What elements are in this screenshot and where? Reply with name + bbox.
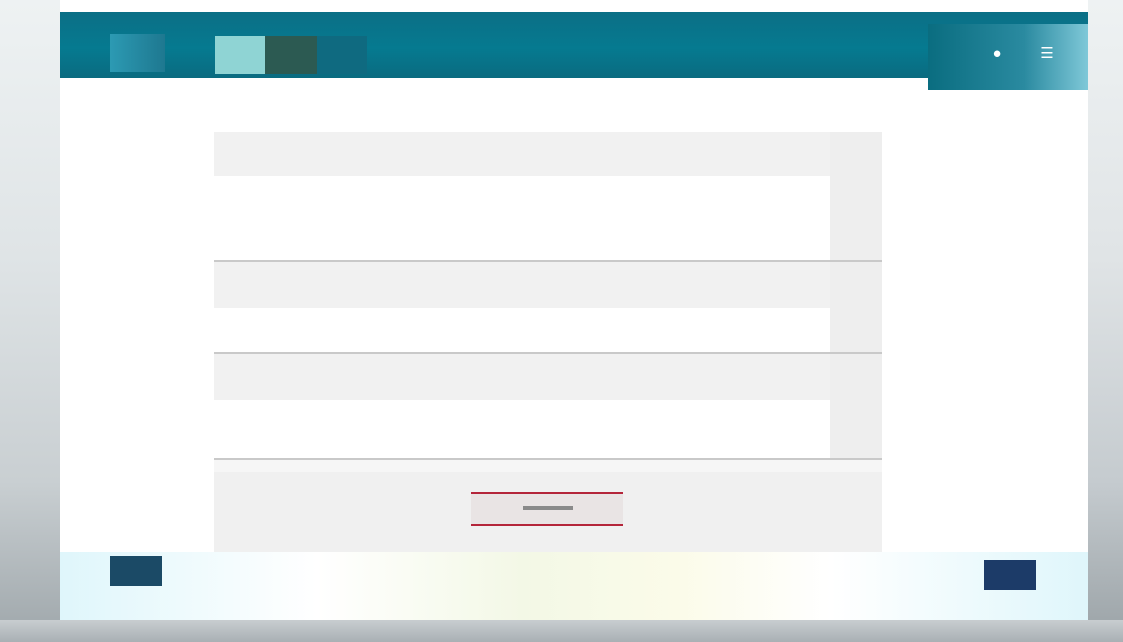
- section-header-1: [214, 132, 882, 176]
- page-footer: [60, 552, 1088, 620]
- nav-tab-4[interactable]: [317, 36, 367, 74]
- breadcrumb: [215, 96, 931, 110]
- section-header-2: [214, 262, 882, 308]
- window-frame-bottom: [0, 620, 1123, 642]
- field-row-4: [214, 400, 882, 422]
- row-side-cell: [830, 354, 882, 400]
- cancel-button-strip: [523, 506, 573, 510]
- header-right-panel: [928, 24, 1088, 90]
- row-side-cell: [830, 216, 882, 260]
- menu-icon[interactable]: ☰: [1036, 42, 1058, 64]
- row-side-cell: [830, 400, 882, 422]
- section-header-3: [214, 354, 882, 400]
- brand-logo[interactable]: [110, 34, 165, 72]
- row-side-cell: [830, 308, 882, 352]
- form-actions: [214, 472, 882, 552]
- browser-window: ● ☰: [60, 0, 1088, 620]
- field-row-3: [214, 308, 882, 352]
- row-side-cell: [830, 422, 882, 458]
- row-side-cell: [830, 132, 882, 176]
- nav-tab-3[interactable]: [265, 36, 317, 74]
- field-row-2: [214, 216, 882, 260]
- window-frame-right: [1088, 0, 1123, 642]
- user-icon[interactable]: ●: [986, 42, 1008, 64]
- nav-tab-2[interactable]: [215, 36, 265, 74]
- footer-badge-left[interactable]: [110, 556, 162, 586]
- row-side-cell: [830, 262, 882, 308]
- field-row-5: [214, 422, 882, 458]
- details-form: [214, 132, 882, 552]
- field-row-1: [214, 176, 882, 216]
- footer-badge-right[interactable]: [984, 560, 1036, 590]
- row-side-cell: [830, 176, 882, 216]
- window-frame-left: [0, 0, 60, 642]
- app-header: ● ☰: [60, 12, 1088, 90]
- section-divider: [214, 458, 882, 460]
- cancel-button[interactable]: [471, 492, 623, 526]
